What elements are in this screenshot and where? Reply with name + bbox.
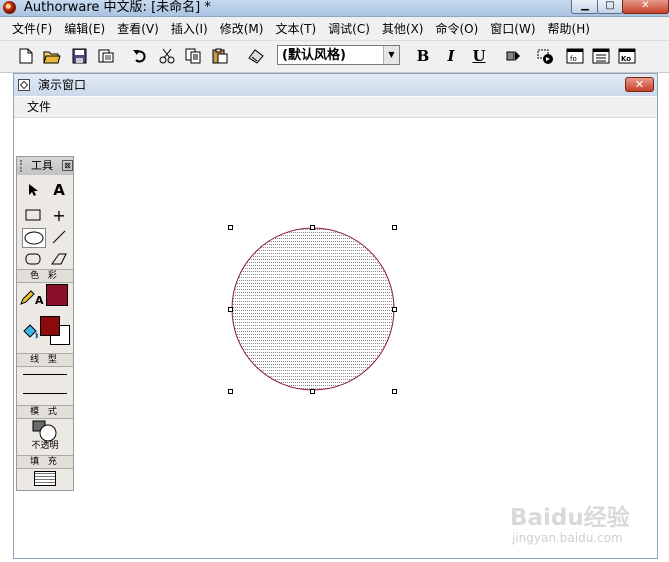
import-icon[interactable] (96, 47, 116, 65)
watermark-logo: Baidu经验 (510, 505, 630, 531)
paste-clipboard-icon[interactable] (210, 47, 230, 65)
selection-handle[interactable] (392, 389, 397, 394)
menu-help[interactable]: 帮助(H) (542, 18, 596, 40)
ellipse-tool-icon[interactable] (22, 228, 46, 248)
fill-section-header: 填 充 (17, 455, 73, 469)
style-select-value: (默认风格) (282, 48, 346, 63)
circle-shape[interactable] (225, 222, 401, 398)
text-tool-icon[interactable]: A (49, 181, 69, 199)
presentation-close-button[interactable]: ✕ (625, 77, 654, 92)
selection-handle[interactable] (392, 225, 397, 230)
selection-handle[interactable] (310, 225, 315, 230)
menu-command[interactable]: 命令(O) (429, 18, 484, 40)
toolbar: (默认风格) ▼ B I U fo Ko (0, 41, 669, 73)
tools-titlebar[interactable]: 工具 ⊠ (17, 157, 73, 175)
straight-line-tool-icon[interactable]: + (49, 206, 69, 225)
menu-modify[interactable]: 修改(M) (214, 18, 270, 40)
chevron-down-icon[interactable]: ▼ (383, 46, 399, 64)
fill-foreground-color-swatch[interactable] (40, 316, 60, 336)
selection-handle[interactable] (310, 389, 315, 394)
knowledge-objects-label: Ko (621, 55, 631, 63)
presentation-titlebar: 演示窗口 ✕ (14, 74, 657, 96)
menu-text[interactable]: 文本(T) (269, 18, 322, 40)
app-titlebar: Authorware 中文版: [未命名] * ▁ □ ✕ (0, 0, 669, 17)
polygon-tool-icon[interactable] (49, 250, 69, 268)
tools-palette: 工具 ⊠ A + 色 彩 A 线 型 模 式 不透明 填 充 (16, 156, 74, 491)
rounded-rectangle-tool-icon[interactable] (23, 250, 43, 268)
italic-button[interactable]: I (441, 47, 461, 65)
pencil-text-icon: A (20, 288, 44, 306)
functions-label: fo (570, 55, 577, 63)
bold-button[interactable]: B (413, 47, 433, 65)
svg-text:A: A (35, 294, 44, 305)
menu-insert[interactable]: 插入(I) (165, 18, 214, 40)
selection-handle[interactable] (228, 225, 233, 230)
style-select[interactable]: (默认风格) ▼ (277, 45, 400, 65)
underline-button[interactable]: U (469, 47, 489, 65)
control-panel-icon[interactable] (535, 47, 555, 65)
presentation-menu-file[interactable]: 文件 (27, 98, 51, 116)
watermark-url: jingyan.baidu.com (512, 531, 623, 545)
menu-window[interactable]: 窗口(W) (484, 18, 541, 40)
diagonal-line-tool-icon[interactable] (49, 228, 69, 246)
app-title: Authorware 中文版: [未命名] * (24, 0, 211, 15)
authorware-logo-icon (3, 1, 16, 14)
line-style-option[interactable] (23, 393, 67, 394)
tools-title: 工具 (31, 159, 53, 172)
undo-icon[interactable] (130, 47, 150, 65)
maximize-button[interactable]: □ (597, 0, 623, 14)
run-icon[interactable] (503, 47, 523, 65)
line-style-section-header: 线 型 (17, 353, 73, 367)
presentation-window-icon (18, 79, 30, 91)
knowledge-objects-icon[interactable]: Ko (617, 47, 637, 65)
menu-view[interactable]: 查看(V) (111, 18, 165, 40)
pointer-tool-icon[interactable] (23, 181, 43, 199)
drag-grip-icon[interactable] (20, 160, 25, 172)
menu-debug[interactable]: 调试(C) (322, 18, 376, 40)
cut-scissors-icon[interactable] (157, 47, 177, 65)
menu-file[interactable]: 文件(F) (0, 18, 58, 40)
color-section-header: 色 彩 (17, 269, 73, 283)
presentation-title: 演示窗口 (38, 78, 87, 92)
variables-window-icon[interactable] (591, 47, 611, 65)
rectangle-tool-icon[interactable] (23, 206, 43, 224)
mode-opaque-icon[interactable] (31, 420, 61, 442)
new-file-icon[interactable] (16, 47, 36, 65)
find-replace-icon[interactable] (246, 47, 266, 65)
paint-bucket-icon (20, 323, 40, 341)
menu-edit[interactable]: 编辑(E) (58, 18, 111, 40)
menubar: 文件(F) 编辑(E) 查看(V) 插入(I) 修改(M) 文本(T) 调试(C… (0, 17, 669, 41)
functions-window-icon[interactable]: fo (565, 47, 585, 65)
copy-icon[interactable] (184, 47, 204, 65)
selection-handle[interactable] (228, 389, 233, 394)
selection-handle[interactable] (392, 307, 397, 312)
menu-other[interactable]: 其他(X) (376, 18, 430, 40)
presentation-menubar: 文件 (14, 97, 657, 118)
open-folder-icon[interactable] (42, 47, 62, 65)
save-disk-icon[interactable] (70, 47, 90, 65)
fill-pattern-swatch[interactable] (34, 471, 56, 486)
stroke-color-swatch[interactable] (46, 284, 68, 306)
tools-close-button[interactable]: ⊠ (62, 160, 73, 171)
minimize-button[interactable]: ▁ (571, 0, 599, 14)
line-style-option[interactable] (23, 374, 67, 375)
mode-section-header: 模 式 (17, 405, 73, 419)
close-button[interactable]: ✕ (622, 0, 669, 14)
mode-value: 不透明 (31, 441, 59, 451)
selection-handle[interactable] (228, 307, 233, 312)
